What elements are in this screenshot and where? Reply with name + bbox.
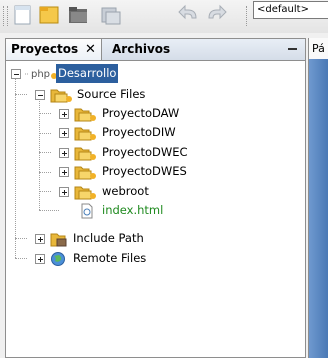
- panel-tab-bar: Proyectos ✕ Archivos: [6, 39, 305, 61]
- folder-icon: [74, 127, 96, 141]
- root-project-label: Desarrollo: [56, 64, 119, 83]
- tree-item-index-html[interactable]: index.html: [6, 201, 305, 220]
- new-file-icon[interactable]: [11, 4, 35, 26]
- minimize-icon[interactable]: [288, 48, 297, 50]
- expand-toggle[interactable]: [59, 167, 69, 177]
- toolbar-separator: [246, 6, 249, 26]
- globe-icon: [51, 252, 65, 266]
- collapse-toggle[interactable]: [11, 69, 21, 79]
- project-tree: php Desarrollo Source Files ProyectoDAW …: [6, 61, 305, 351]
- tree-item-webroot[interactable]: webroot: [6, 182, 305, 201]
- toolbar-grip: [3, 6, 8, 26]
- expand-toggle[interactable]: [59, 109, 69, 119]
- folder-label: ProyectoDWEC: [102, 145, 188, 159]
- close-icon[interactable]: ✕: [85, 39, 96, 60]
- remote-files-row[interactable]: Remote Files: [6, 249, 305, 268]
- folder-label: ProyectoDAW: [102, 106, 180, 120]
- expand-toggle[interactable]: [59, 128, 69, 138]
- source-files-label: Source Files: [77, 87, 146, 101]
- folder-label: webroot: [102, 184, 149, 198]
- expand-toggle[interactable]: [59, 187, 69, 197]
- library-folder-icon: [50, 233, 67, 247]
- configuration-select[interactable]: <default>: [253, 1, 328, 19]
- source-files-row[interactable]: Source Files: [6, 85, 305, 104]
- tab-proyectos-label: Proyectos: [11, 42, 79, 56]
- folder-icon: [74, 186, 96, 200]
- folder-label: ProyectoDWES: [102, 164, 187, 178]
- folder-icon: [74, 166, 96, 180]
- svg-text:php: php: [31, 69, 50, 80]
- tree-root-row[interactable]: php Desarrollo: [6, 64, 305, 83]
- remote-files-label: Remote Files: [73, 251, 147, 265]
- expand-toggle[interactable]: [59, 148, 69, 158]
- redo-icon[interactable]: [205, 4, 229, 26]
- tree-item-proyectodwec[interactable]: ProyectoDWEC: [6, 143, 305, 162]
- collapse-toggle[interactable]: [35, 90, 45, 100]
- tree-item-proyectodwes[interactable]: ProyectoDWES: [6, 162, 305, 181]
- file-label: index.html: [102, 203, 164, 217]
- folder-icon: [74, 147, 96, 161]
- tab-archivos[interactable]: Archivos: [107, 39, 170, 60]
- undo-icon[interactable]: [178, 4, 202, 26]
- tree-item-proyectodiw[interactable]: ProyectoDIW: [6, 123, 305, 142]
- new-project-icon[interactable]: [38, 4, 62, 26]
- folder-label: ProyectoDIW: [102, 125, 176, 139]
- projects-panel: Proyectos ✕ Archivos php Desarrollo Sour…: [5, 38, 306, 358]
- tab-archivos-label: Archivos: [112, 42, 171, 56]
- main-toolbar: <default>: [0, 0, 328, 33]
- editor-area[interactable]: [309, 59, 328, 358]
- tree-item-proyectodaw[interactable]: ProyectoDAW: [6, 104, 305, 123]
- save-all-icon[interactable]: [99, 4, 123, 26]
- expand-toggle[interactable]: [35, 254, 45, 264]
- folder-icon: [74, 108, 96, 122]
- include-path-row[interactable]: Include Path: [6, 229, 305, 248]
- tab-proyectos[interactable]: Proyectos ✕: [6, 39, 102, 60]
- editor-tab-label[interactable]: Pá: [312, 42, 325, 55]
- include-path-label: Include Path: [73, 231, 144, 245]
- open-project-icon[interactable]: [67, 4, 91, 26]
- html-file-icon: [81, 203, 93, 219]
- expand-toggle[interactable]: [35, 234, 45, 244]
